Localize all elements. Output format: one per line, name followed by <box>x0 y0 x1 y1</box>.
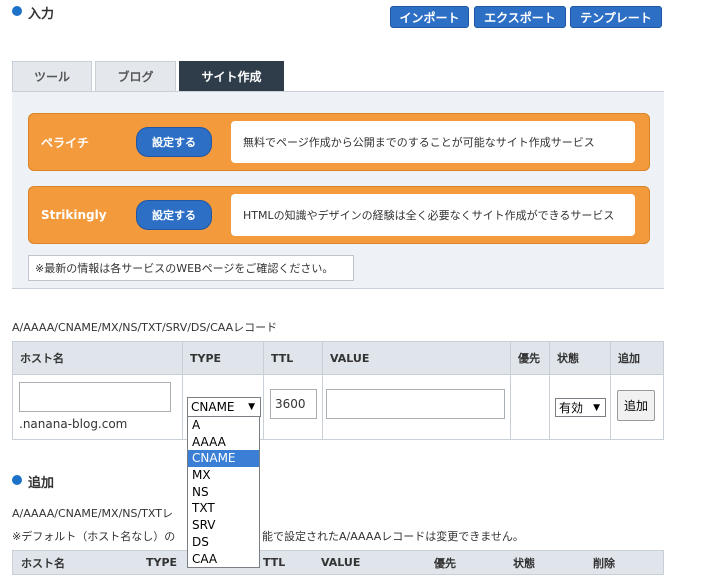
tab-tools[interactable]: ツール <box>12 61 92 91</box>
status-cell: 有効 ▼ <box>550 375 611 439</box>
type-option-aaaa[interactable]: AAAA <box>188 434 259 451</box>
type-option-cname[interactable]: CNAME <box>188 450 259 468</box>
status-selected-value: 有効 <box>559 401 584 415</box>
priority-cell <box>511 375 550 439</box>
peraichi-setup-button[interactable]: 設定する <box>136 127 212 157</box>
strikingly-setup-button[interactable]: 設定する <box>136 200 212 230</box>
column-header-value: VALUE <box>323 342 511 375</box>
value-input[interactable] <box>326 389 505 419</box>
section-bullet-icon <box>12 475 22 485</box>
service-description: HTMLの知識やデザインの経験は全く必要なくサイト作成ができるサービス <box>231 194 635 236</box>
column-header-host: ホスト名 <box>21 556 65 570</box>
column-header-status: 状態 <box>550 342 611 375</box>
domain-suffix: .nanana-blog.com <box>19 417 128 431</box>
type-option-ns[interactable]: NS <box>188 484 259 501</box>
column-header-type: TYPE <box>183 342 264 375</box>
service-note: ※最新の情報は各サービスのWEBページをご確認ください。 <box>28 255 354 281</box>
add-record-button[interactable]: 追加 <box>617 390 655 421</box>
type-options-list: A AAAA CNAME MX NS TXT SRV DS CAA <box>187 416 260 568</box>
type-option-srv[interactable]: SRV <box>188 517 259 534</box>
import-button[interactable]: インポート <box>390 6 469 28</box>
add-section-warning-left: ※デフォルト（ホスト名なし）の <box>12 530 176 543</box>
type-option-ds[interactable]: DS <box>188 534 259 551</box>
template-button[interactable]: テンプレート <box>570 6 662 28</box>
tab-site-creation[interactable]: サイト作成 <box>179 61 284 91</box>
column-header-host: ホスト名 <box>13 342 183 375</box>
service-name: Strikingly <box>41 208 107 222</box>
column-header-add: 追加 <box>611 342 663 375</box>
section-bullet-icon <box>12 6 22 16</box>
column-header-delete: 削除 <box>593 556 615 570</box>
add-cell: 追加 <box>611 375 663 439</box>
column-header-ttl: TTL <box>263 556 286 569</box>
host-cell: .nanana-blog.com <box>13 375 183 439</box>
dropdown-arrow-icon: ▼ <box>248 402 255 412</box>
column-header-priority: 優先 <box>511 342 550 375</box>
ttl-input[interactable]: 3600 <box>270 389 317 419</box>
export-button[interactable]: エクスポート <box>474 6 566 28</box>
host-name-input[interactable] <box>19 382 171 412</box>
column-header-priority: 優先 <box>434 556 456 570</box>
dropdown-arrow-icon: ▼ <box>593 402 600 413</box>
column-header-status: 状態 <box>513 556 535 570</box>
column-header-type: TYPE <box>146 556 178 569</box>
tab-blog[interactable]: ブログ <box>95 61 176 91</box>
type-option-txt[interactable]: TXT <box>188 500 259 517</box>
service-card-strikingly: Strikingly 設定する HTMLの知識やデザインの経験は全く必要なくサイ… <box>28 186 650 244</box>
records-table-header: ホスト名 TYPE TTL VALUE 優先 状態 削除 <box>12 550 664 575</box>
service-name: ペライチ <box>41 135 90 150</box>
service-description: 無料でページ作成から公開までのすることが可能なサイト作成サービス <box>231 121 635 163</box>
column-header-value: VALUE <box>321 556 361 569</box>
type-option-a[interactable]: A <box>188 417 259 434</box>
service-card-peraichi: ペライチ 設定する 無料でページ作成から公開までのすることが可能なサイト作成サー… <box>28 113 650 171</box>
type-select[interactable]: CNAME ▼ <box>187 397 261 417</box>
value-cell <box>323 375 511 439</box>
add-section-warning-right: 能で設定されたA/AAAAレコードは変更できません。 <box>262 530 524 543</box>
record-types-caption: A/AAAA/CNAME/MX/NS/TXT/SRV/DS/CAAレコード <box>12 321 278 334</box>
column-header-ttl: TTL <box>264 342 323 375</box>
add-section-caption: A/AAAA/CNAME/MX/NS/TXTレ <box>12 507 173 520</box>
ttl-cell: 3600 <box>264 375 323 439</box>
type-option-mx[interactable]: MX <box>188 467 259 484</box>
type-selected-value: CNAME <box>191 400 235 414</box>
type-option-caa[interactable]: CAA <box>188 551 259 568</box>
section-title-input: 入力 <box>28 7 55 22</box>
status-select[interactable]: 有効 ▼ <box>555 398 606 417</box>
section-title-add: 追加 <box>28 476 55 491</box>
site-creation-panel: ペライチ 設定する 無料でページ作成から公開までのすることが可能なサイト作成サー… <box>12 91 664 289</box>
record-entry-table: ホスト名 TYPE TTL VALUE 優先 状態 追加 .nanana-blo… <box>12 341 664 440</box>
